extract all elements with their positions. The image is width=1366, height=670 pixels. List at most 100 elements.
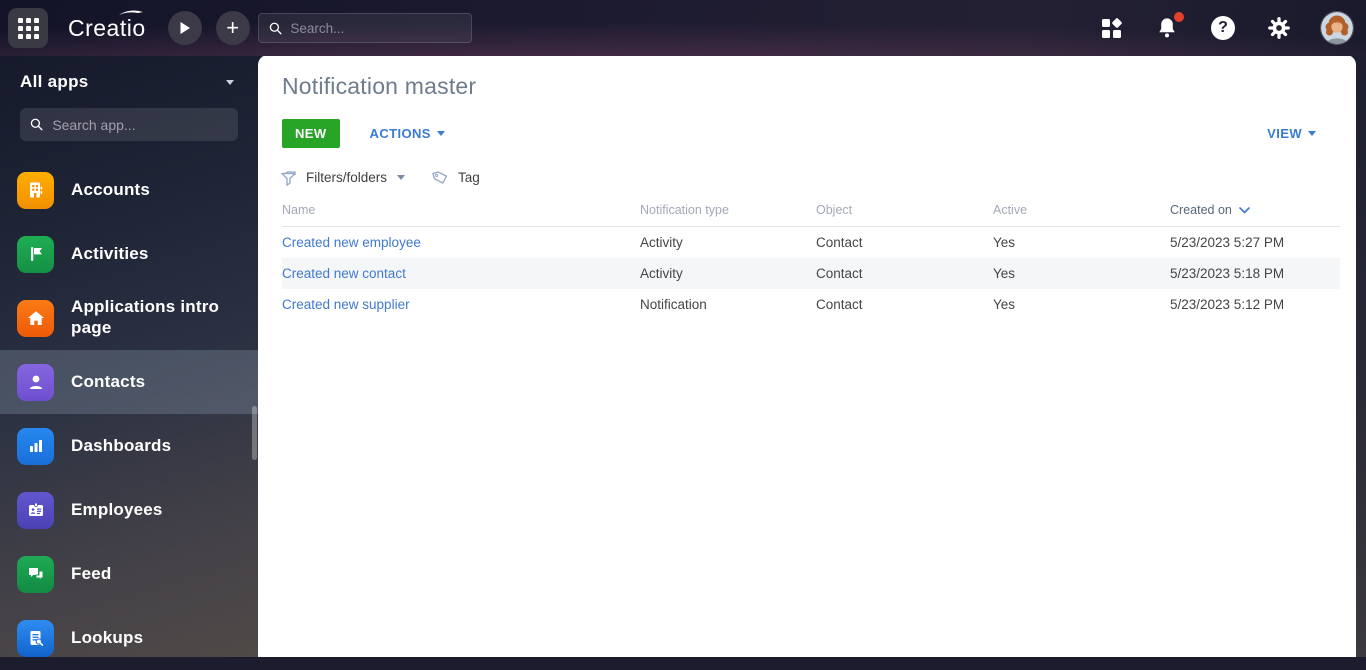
row-notification-type: Activity [640, 235, 683, 250]
notifications-table: Name Notification type Object Active Cre… [282, 203, 1340, 320]
workspace-selector[interactable]: All apps [0, 56, 258, 92]
sidebar-item-label: Activities [71, 243, 149, 263]
row-active: Yes [993, 297, 1016, 312]
creatio-logo: Creatio [68, 10, 146, 42]
filters-folders-button[interactable]: Filters/folders [280, 169, 406, 187]
flag-icon [17, 235, 54, 273]
sidebar-item-label: Lookups [71, 627, 144, 647]
chevron-down-icon [436, 131, 445, 136]
app-search-input[interactable] [52, 116, 228, 133]
sidebar-nav: Accounts Activities Applications intro p… [0, 158, 258, 670]
play-icon [180, 22, 190, 34]
sidebar-item-lookups[interactable]: Lookups [0, 606, 258, 670]
search-icon [269, 22, 282, 34]
created-on-label: Created on [1170, 203, 1232, 217]
user-avatar[interactable] [1320, 11, 1354, 45]
main-panel: Notification master NEW ACTIONS VIEW Fil… [258, 55, 1356, 657]
app-search[interactable] [20, 108, 238, 141]
search-icon [30, 118, 43, 131]
plus-icon: + [226, 15, 240, 40]
sidebar-item-activities[interactable]: Activities [0, 222, 258, 286]
sidebar-item-label: Accounts [71, 179, 151, 199]
column-header-name[interactable]: Name [282, 203, 640, 217]
global-search-input[interactable] [290, 20, 461, 36]
row-created-on: 5/23/2023 5:27 PM [1170, 235, 1285, 250]
row-created-on: 5/23/2023 5:18 PM [1170, 266, 1285, 281]
run-process-button[interactable] [167, 11, 202, 45]
quick-add-button[interactable]: + [215, 11, 250, 45]
sidebar-item-accounts[interactable]: Accounts [0, 158, 258, 222]
settings-button[interactable] [1264, 13, 1294, 43]
new-button[interactable]: NEW [282, 119, 340, 148]
row-created-on: 5/23/2023 5:12 PM [1170, 297, 1285, 312]
actions-button[interactable]: ACTIONS [370, 126, 445, 141]
table-row[interactable]: Created new contact Activity Contact Yes… [282, 258, 1340, 289]
column-header-created-on[interactable]: Created on [1170, 203, 1340, 217]
toolbar: NEW ACTIONS VIEW [282, 119, 1340, 148]
help-button[interactable]: ? [1208, 13, 1238, 43]
main-menu-button[interactable] [8, 8, 48, 48]
sidebar-item-label: Dashboards [71, 435, 172, 455]
row-active: Yes [993, 266, 1016, 281]
row-name-link[interactable]: Created new employee [282, 235, 640, 250]
column-header-notification-type[interactable]: Notification type [640, 203, 816, 217]
person-icon [17, 363, 54, 401]
logo-swoosh-icon [118, 10, 143, 15]
filter-bar: Filters/folders Tag [280, 168, 1340, 187]
notifications-button[interactable] [1152, 12, 1184, 43]
home-icon [17, 299, 54, 337]
bar-chart-icon [17, 427, 54, 465]
view-button[interactable]: VIEW [1267, 126, 1316, 141]
sidebar-item-applications-intro-page[interactable]: Applications intro page [0, 286, 258, 350]
sort-descending-icon [1239, 206, 1250, 213]
sidebar-item-label: Employees [71, 499, 163, 519]
workspace-label: All apps [20, 72, 89, 91]
chevron-down-icon [1308, 131, 1316, 136]
building-icon [17, 171, 54, 209]
column-header-object[interactable]: Object [816, 203, 993, 217]
table-row[interactable]: Created new supplier Notification Contac… [282, 289, 1340, 320]
apps-grid-icon [1101, 17, 1122, 38]
table-header: Name Notification type Object Active Cre… [282, 203, 1340, 227]
chat-bubbles-icon [17, 555, 54, 593]
sidebar-item-label: Feed [71, 563, 112, 583]
chevron-down-icon [226, 79, 234, 85]
notification-badge [1174, 12, 1184, 22]
row-notification-type: Notification [640, 297, 707, 312]
row-name-link[interactable]: Created new supplier [282, 297, 640, 312]
sidebar-item-label: Contacts [71, 371, 146, 391]
filter-funnel-icon [281, 170, 296, 186]
chevron-down-icon [397, 175, 406, 180]
document-search-icon [17, 619, 54, 657]
view-label: VIEW [1267, 126, 1302, 141]
page-title: Notification master [282, 73, 477, 99]
sidebar-item-contacts[interactable]: Contacts [0, 350, 258, 414]
row-notification-type: Activity [640, 266, 683, 281]
tag-icon [432, 171, 448, 184]
row-object: Contact [816, 235, 863, 250]
table-row[interactable]: Created new employee Activity Contact Ye… [282, 227, 1340, 258]
global-search[interactable] [258, 13, 472, 43]
tag-label: Tag [458, 170, 480, 185]
row-object: Contact [816, 297, 863, 312]
sidebar-item-dashboards[interactable]: Dashboards [0, 414, 258, 478]
sidebar-scrollbar[interactable] [252, 406, 257, 460]
marketplace-apps-button[interactable] [1096, 13, 1126, 43]
row-active: Yes [993, 235, 1016, 250]
row-name-link[interactable]: Created new contact [282, 266, 640, 281]
sidebar-item-feed[interactable]: Feed [0, 542, 258, 606]
id-card-icon [17, 491, 54, 529]
column-header-active[interactable]: Active [993, 203, 1170, 217]
tag-button[interactable]: Tag [431, 168, 480, 187]
top-bar: Creatio + ? [0, 0, 1366, 56]
actions-label: ACTIONS [369, 126, 431, 141]
sidebar: All apps Accounts Activities [0, 56, 258, 657]
row-object: Contact [816, 266, 863, 281]
question-mark-icon: ? [1211, 16, 1235, 40]
gear-icon [1268, 17, 1290, 39]
sidebar-item-employees[interactable]: Employees [0, 478, 258, 542]
filters-folders-label: Filters/folders [306, 170, 388, 185]
grid-menu-icon [17, 17, 39, 39]
avatar-photo [1321, 12, 1353, 44]
sidebar-item-label: Applications intro page [71, 297, 220, 337]
